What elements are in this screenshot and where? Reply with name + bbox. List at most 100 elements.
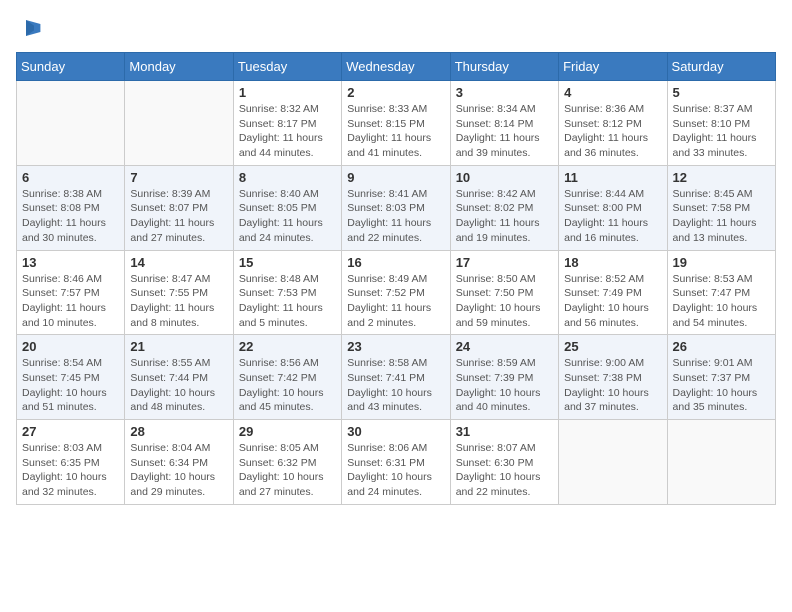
day-info: Sunrise: 8:42 AMSunset: 8:02 PMDaylight:…: [456, 187, 553, 246]
calendar-cell: 4 Sunrise: 8:36 AMSunset: 8:12 PMDaylight…: [559, 81, 667, 166]
day-number: 3: [456, 85, 553, 100]
day-number: 2: [347, 85, 444, 100]
day-info: Sunrise: 8:49 AMSunset: 7:52 PMDaylight:…: [347, 272, 444, 331]
day-info: Sunrise: 8:48 AMSunset: 7:53 PMDaylight:…: [239, 272, 336, 331]
calendar-cell: 15 Sunrise: 8:48 AMSunset: 7:53 PMDayligh…: [233, 250, 341, 335]
day-number: 14: [130, 255, 227, 270]
calendar-cell: 14 Sunrise: 8:47 AMSunset: 7:55 PMDayligh…: [125, 250, 233, 335]
calendar-cell: 8 Sunrise: 8:40 AMSunset: 8:05 PMDaylight…: [233, 165, 341, 250]
calendar-cell: 12 Sunrise: 8:45 AMSunset: 7:58 PMDayligh…: [667, 165, 775, 250]
calendar-cell: 26 Sunrise: 9:01 AMSunset: 7:37 PMDayligh…: [667, 335, 775, 420]
calendar-week-row: 13 Sunrise: 8:46 AMSunset: 7:57 PMDayligh…: [17, 250, 776, 335]
day-info: Sunrise: 8:47 AMSunset: 7:55 PMDaylight:…: [130, 272, 227, 331]
calendar-header-row: SundayMondayTuesdayWednesdayThursdayFrid…: [17, 53, 776, 81]
day-number: 17: [456, 255, 553, 270]
day-info: Sunrise: 8:07 AMSunset: 6:30 PMDaylight:…: [456, 441, 553, 500]
calendar-cell: 27 Sunrise: 8:03 AMSunset: 6:35 PMDayligh…: [17, 420, 125, 505]
day-info: Sunrise: 8:56 AMSunset: 7:42 PMDaylight:…: [239, 356, 336, 415]
calendar-cell: 16 Sunrise: 8:49 AMSunset: 7:52 PMDayligh…: [342, 250, 450, 335]
day-info: Sunrise: 8:03 AMSunset: 6:35 PMDaylight:…: [22, 441, 119, 500]
day-number: 7: [130, 170, 227, 185]
day-info: Sunrise: 8:36 AMSunset: 8:12 PMDaylight:…: [564, 102, 661, 161]
day-info: Sunrise: 8:39 AMSunset: 8:07 PMDaylight:…: [130, 187, 227, 246]
day-info: Sunrise: 8:59 AMSunset: 7:39 PMDaylight:…: [456, 356, 553, 415]
calendar-cell: 29Sunrise: 8:05 AMSunset: 6:32 PMDayligh…: [233, 420, 341, 505]
day-info: Sunrise: 9:01 AMSunset: 7:37 PMDaylight:…: [673, 356, 770, 415]
calendar-week-row: 20 Sunrise: 8:54 AMSunset: 7:45 PMDayligh…: [17, 335, 776, 420]
calendar-cell: 24 Sunrise: 8:59 AMSunset: 7:39 PMDayligh…: [450, 335, 558, 420]
day-info: Sunrise: 8:04 AMSunset: 6:34 PMDaylight:…: [130, 441, 227, 500]
day-number: 28: [130, 424, 227, 439]
day-number: 19: [673, 255, 770, 270]
day-number: 16: [347, 255, 444, 270]
calendar-cell: 9 Sunrise: 8:41 AMSunset: 8:03 PMDaylight…: [342, 165, 450, 250]
calendar-cell: 11 Sunrise: 8:44 AMSunset: 8:00 PMDayligh…: [559, 165, 667, 250]
calendar-cell: 18 Sunrise: 8:52 AMSunset: 7:49 PMDayligh…: [559, 250, 667, 335]
column-header-monday: Monday: [125, 53, 233, 81]
calendar-cell: 3Sunrise: 8:34 AMSunset: 8:14 PMDaylight…: [450, 81, 558, 166]
calendar-cell: 28 Sunrise: 8:04 AMSunset: 6:34 PMDayligh…: [125, 420, 233, 505]
day-number: 24: [456, 339, 553, 354]
day-number: 4: [564, 85, 661, 100]
day-number: 26: [673, 339, 770, 354]
calendar-cell: 17 Sunrise: 8:50 AMSunset: 7:50 PMDayligh…: [450, 250, 558, 335]
column-header-wednesday: Wednesday: [342, 53, 450, 81]
calendar-cell: 1 Sunrise: 8:32 AMSunset: 8:17 PMDaylight…: [233, 81, 341, 166]
day-number: 9: [347, 170, 444, 185]
calendar-cell: 19Sunrise: 8:53 AMSunset: 7:47 PMDayligh…: [667, 250, 775, 335]
day-number: 13: [22, 255, 119, 270]
calendar-cell: [667, 420, 775, 505]
day-info: Sunrise: 8:55 AMSunset: 7:44 PMDaylight:…: [130, 356, 227, 415]
day-info: Sunrise: 8:32 AMSunset: 8:17 PMDaylight:…: [239, 102, 336, 161]
calendar-cell: 13 Sunrise: 8:46 AMSunset: 7:57 PMDayligh…: [17, 250, 125, 335]
day-info: Sunrise: 8:44 AMSunset: 8:00 PMDaylight:…: [564, 187, 661, 246]
day-info: Sunrise: 8:45 AMSunset: 7:58 PMDaylight:…: [673, 187, 770, 246]
day-number: 27: [22, 424, 119, 439]
day-info: Sunrise: 8:33 AMSunset: 8:15 PMDaylight:…: [347, 102, 444, 161]
day-number: 31: [456, 424, 553, 439]
column-header-tuesday: Tuesday: [233, 53, 341, 81]
day-info: Sunrise: 8:41 AMSunset: 8:03 PMDaylight:…: [347, 187, 444, 246]
day-info: Sunrise: 8:46 AMSunset: 7:57 PMDaylight:…: [22, 272, 119, 331]
day-number: 12: [673, 170, 770, 185]
calendar-cell: 30Sunrise: 8:06 AMSunset: 6:31 PMDayligh…: [342, 420, 450, 505]
day-number: 22: [239, 339, 336, 354]
day-info: Sunrise: 8:05 AMSunset: 6:32 PMDaylight:…: [239, 441, 336, 500]
calendar-cell: 6 Sunrise: 8:38 AMSunset: 8:08 PMDaylight…: [17, 165, 125, 250]
day-number: 15: [239, 255, 336, 270]
calendar-cell: 22 Sunrise: 8:56 AMSunset: 7:42 PMDayligh…: [233, 335, 341, 420]
calendar-cell: 5 Sunrise: 8:37 AMSunset: 8:10 PMDaylight…: [667, 81, 775, 166]
day-info: Sunrise: 8:37 AMSunset: 8:10 PMDaylight:…: [673, 102, 770, 161]
calendar-week-row: 27 Sunrise: 8:03 AMSunset: 6:35 PMDayligh…: [17, 420, 776, 505]
day-info: Sunrise: 8:58 AMSunset: 7:41 PMDaylight:…: [347, 356, 444, 415]
day-info: Sunrise: 8:50 AMSunset: 7:50 PMDaylight:…: [456, 272, 553, 331]
calendar-cell: 2 Sunrise: 8:33 AMSunset: 8:15 PMDaylight…: [342, 81, 450, 166]
calendar-cell: 10 Sunrise: 8:42 AMSunset: 8:02 PMDayligh…: [450, 165, 558, 250]
day-info: Sunrise: 8:40 AMSunset: 8:05 PMDaylight:…: [239, 187, 336, 246]
day-number: 5: [673, 85, 770, 100]
day-info: Sunrise: 9:00 AMSunset: 7:38 PMDaylight:…: [564, 356, 661, 415]
day-number: 18: [564, 255, 661, 270]
calendar-cell: 21Sunrise: 8:55 AMSunset: 7:44 PMDayligh…: [125, 335, 233, 420]
day-info: Sunrise: 8:54 AMSunset: 7:45 PMDaylight:…: [22, 356, 119, 415]
column-header-friday: Friday: [559, 53, 667, 81]
logo-icon: [18, 16, 42, 40]
calendar-cell: [559, 420, 667, 505]
calendar-week-row: 1 Sunrise: 8:32 AMSunset: 8:17 PMDaylight…: [17, 81, 776, 166]
logo: [16, 16, 42, 40]
day-number: 20: [22, 339, 119, 354]
day-number: 8: [239, 170, 336, 185]
calendar-cell: 23 Sunrise: 8:58 AMSunset: 7:41 PMDayligh…: [342, 335, 450, 420]
calendar-cell: 20 Sunrise: 8:54 AMSunset: 7:45 PMDayligh…: [17, 335, 125, 420]
day-number: 23: [347, 339, 444, 354]
day-info: Sunrise: 8:38 AMSunset: 8:08 PMDaylight:…: [22, 187, 119, 246]
page-header: [16, 16, 776, 40]
day-number: 10: [456, 170, 553, 185]
column-header-thursday: Thursday: [450, 53, 558, 81]
day-number: 6: [22, 170, 119, 185]
calendar-cell: 25Sunrise: 9:00 AMSunset: 7:38 PMDayligh…: [559, 335, 667, 420]
day-number: 1: [239, 85, 336, 100]
day-number: 11: [564, 170, 661, 185]
day-info: Sunrise: 8:52 AMSunset: 7:49 PMDaylight:…: [564, 272, 661, 331]
calendar-cell: 31 Sunrise: 8:07 AMSunset: 6:30 PMDayligh…: [450, 420, 558, 505]
